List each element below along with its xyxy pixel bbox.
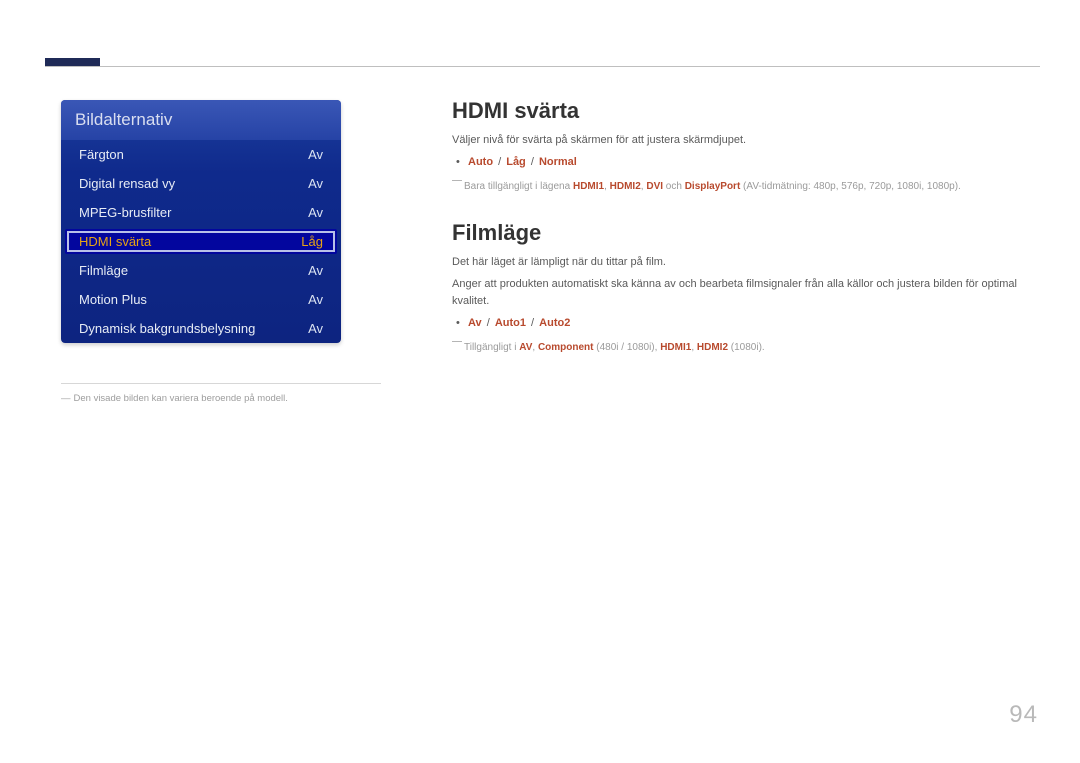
hdmi-title: HDMI svärta (452, 98, 1028, 124)
menu-row-5[interactable]: Motion Plus Av (61, 285, 341, 314)
menu-row-label: Färgton (79, 147, 124, 162)
menu-row-label: Dynamisk bakgrundsbelysning (79, 321, 255, 336)
section-filmlage: Filmläge Det här läget är lämpligt när d… (452, 220, 1028, 355)
film-desc1: Det här läget är lämpligt när du tittar … (452, 254, 1028, 271)
hdmi-options: Auto / Låg / Normal (452, 154, 1028, 172)
menu-row-value: Låg (301, 234, 323, 249)
film-title: Filmläge (452, 220, 1028, 246)
menu-items: FärgtonAvDigital rensad vyAvMPEG-brusfil… (61, 140, 341, 343)
film-options: Av / Auto1 / Auto2 (452, 315, 1028, 333)
menu-row-label: HDMI svärta (79, 234, 151, 249)
menu-row-3[interactable]: HDMI svärta Låg (65, 229, 337, 254)
menu-title: Bildalternativ (61, 100, 341, 140)
menu-row-value: Av (308, 205, 323, 220)
header-accent (45, 58, 100, 66)
menu-row-value: Av (308, 292, 323, 307)
menu-row-value: Av (308, 321, 323, 336)
page-number: 94 (1009, 701, 1038, 729)
film-desc2: Anger att produkten automatiskt ska känn… (452, 276, 1028, 310)
header-rule (45, 66, 1040, 67)
menu-row-value: Av (308, 263, 323, 278)
menu-row-label: MPEG-brusfilter (79, 205, 171, 220)
menu-row-value: Av (308, 176, 323, 191)
menu-row-6[interactable]: Dynamisk bakgrundsbelysning Av (61, 314, 341, 343)
settings-menu: Bildalternativ FärgtonAvDigital rensad v… (61, 100, 341, 343)
menu-caption: ―Den visade bilden kan variera beroende … (61, 393, 288, 404)
hdmi-desc: Väljer nivå för svärta på skärmen för at… (452, 132, 1028, 149)
section-hdmi-svarta: HDMI svärta Väljer nivå för svärta på sk… (452, 98, 1028, 194)
menu-row-0[interactable]: Färgton Av (61, 140, 341, 169)
menu-row-label: Digital rensad vy (79, 176, 175, 191)
menu-row-4[interactable]: Filmläge Av (61, 256, 341, 285)
main-content: HDMI svärta Väljer nivå för svärta på sk… (452, 98, 1028, 355)
caption-rule (61, 383, 381, 384)
menu-row-value: Av (308, 147, 323, 162)
menu-row-label: Motion Plus (79, 292, 147, 307)
menu-row-2[interactable]: MPEG-brusfilter Av (61, 198, 341, 227)
menu-row-label: Filmläge (79, 263, 128, 278)
film-note: Tillgängligt i AV, Component (480i / 108… (452, 337, 1028, 356)
menu-row-1[interactable]: Digital rensad vy Av (61, 169, 341, 198)
hdmi-note: Bara tillgängligt i lägena HDMI1, HDMI2,… (452, 176, 1028, 195)
